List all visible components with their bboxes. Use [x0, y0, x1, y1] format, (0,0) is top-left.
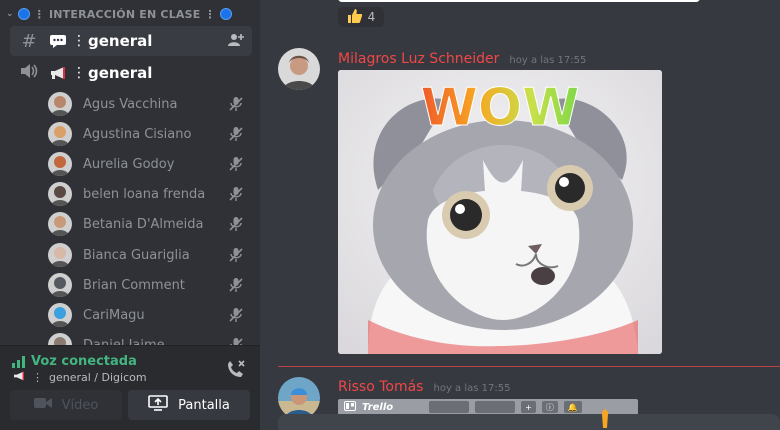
channel-sidebar: ⌄ ⋮ INTERACCIÓN EN CLASE ⋮ # ⋮ general ⋮…: [0, 0, 260, 430]
category-divider-left: ⋮: [33, 7, 45, 21]
message-timestamp: hoy a las 17:55: [433, 383, 511, 394]
video-button[interactable]: Vídeo: [10, 390, 122, 420]
voice-member[interactable]: Betania D'Almeida: [48, 211, 248, 237]
gif-caption: WOW: [421, 78, 580, 138]
avatar: [48, 273, 72, 297]
message-author[interactable]: Risso Tomás: [338, 379, 423, 395]
channel-name: general: [88, 32, 153, 50]
camera-icon: [33, 397, 52, 413]
blue-circle-icon: [219, 8, 232, 20]
member-name: CariMagu: [83, 307, 145, 323]
voice-separator: ⋮: [32, 371, 43, 384]
blue-circle-icon: [17, 8, 30, 20]
speaker-icon: [18, 63, 40, 84]
voice-member[interactable]: belen loana frenda: [48, 181, 248, 207]
member-name: Bianca Guariglia: [83, 247, 190, 263]
new-messages-divider: [278, 366, 780, 367]
muted-mic-icon: [228, 307, 244, 323]
pencil-cursor-icon: [600, 406, 610, 428]
reaction-button[interactable]: 4: [338, 7, 384, 27]
voice-member[interactable]: Brian Comment: [48, 272, 248, 298]
category-divider-right: ⋮: [204, 7, 216, 21]
avatar[interactable]: [278, 48, 320, 90]
video-button-label: Vídeo: [61, 397, 99, 413]
bell-icon: 🔔: [563, 401, 582, 413]
avatar: [48, 243, 72, 267]
voice-location-text: general / Digicom: [49, 371, 147, 384]
member-name: Agus Vacchina: [83, 96, 178, 112]
screen-share-label: Pantalla: [178, 397, 230, 413]
voice-member[interactable]: Agustina Cisiano: [48, 121, 248, 147]
muted-mic-icon: [228, 186, 244, 202]
channel-separator: ⋮: [72, 65, 86, 81]
voice-member[interactable]: Agus Vacchina: [48, 91, 248, 117]
message-timestamp: hoy a las 17:55: [509, 55, 587, 66]
toolbar-block: [429, 401, 470, 413]
muted-mic-icon: [228, 96, 244, 112]
muted-mic-icon: [228, 247, 244, 263]
message-header: Risso Tomás hoy a las 17:55: [338, 379, 510, 395]
member-name: belen loana frenda: [83, 186, 206, 202]
plus-icon: +: [521, 401, 536, 413]
muted-mic-icon: [228, 277, 244, 293]
screen-share-icon: [148, 395, 168, 415]
trello-label: Trello: [362, 401, 394, 413]
avatar: [48, 92, 72, 116]
info-icon: ⓘ: [541, 401, 558, 413]
reaction-count: 4: [367, 10, 376, 24]
avatar[interactable]: [278, 377, 320, 419]
member-name: Aurelia Godoy: [83, 156, 175, 172]
trello-logo-icon: [344, 400, 356, 414]
speech-bubble-icon: [48, 34, 68, 48]
message-input[interactable]: [278, 414, 780, 430]
message-author[interactable]: Milagros Luz Schneider: [338, 51, 499, 67]
voice-status[interactable]: Voz conectada: [12, 354, 137, 369]
category-header[interactable]: ⌄ ⋮ INTERACCIÓN EN CLASE ⋮: [6, 5, 232, 23]
trello-screenshot-image[interactable]: Trello + ⓘ 🔔: [338, 399, 638, 415]
avatar: [48, 212, 72, 236]
toolbar-block: [475, 401, 516, 413]
screen-share-button[interactable]: Pantalla: [128, 390, 250, 420]
thumbs-up-icon: [347, 8, 363, 27]
cat-gif-image[interactable]: WOW: [338, 70, 662, 354]
chat-area: 4 Milagros Luz Schneider hoy a las 17:55: [260, 0, 780, 430]
disconnect-icon[interactable]: [224, 358, 246, 380]
voice-member[interactable]: Aurelia Godoy: [48, 151, 248, 177]
category-title: INTERACCIÓN EN CLASE: [48, 7, 201, 21]
channel-separator: ⋮: [72, 33, 86, 49]
member-name: Brian Comment: [83, 277, 185, 293]
avatar: [48, 152, 72, 176]
avatar: [48, 122, 72, 146]
previous-embed: [338, 0, 700, 2]
megaphone-icon: [48, 66, 68, 80]
member-name: Agustina Cisiano: [83, 126, 192, 142]
member-name: Betania D'Almeida: [83, 216, 204, 232]
add-member-icon[interactable]: [228, 32, 244, 52]
voice-status-text: Voz conectada: [31, 354, 137, 369]
voice-member[interactable]: Bianca Guariglia: [48, 242, 248, 268]
muted-mic-icon: [228, 126, 244, 142]
voice-location[interactable]: ⋮ general / Digicom: [12, 371, 147, 384]
muted-mic-icon: [228, 216, 244, 232]
voice-channel-general[interactable]: ⋮ general: [10, 58, 252, 88]
muted-mic-icon: [228, 156, 244, 172]
hash-icon: #: [21, 30, 37, 52]
channel-name: general: [88, 64, 153, 82]
voice-member[interactable]: CariMagu: [48, 302, 248, 328]
megaphone-icon: [12, 371, 26, 384]
message-header: Milagros Luz Schneider hoy a las 17:55: [338, 51, 586, 67]
avatar: [48, 303, 72, 327]
avatar: [48, 182, 72, 206]
signal-icon: [12, 355, 25, 368]
chevron-down-icon: ⌄: [6, 9, 14, 19]
text-channel-general[interactable]: # ⋮ general: [10, 26, 252, 56]
